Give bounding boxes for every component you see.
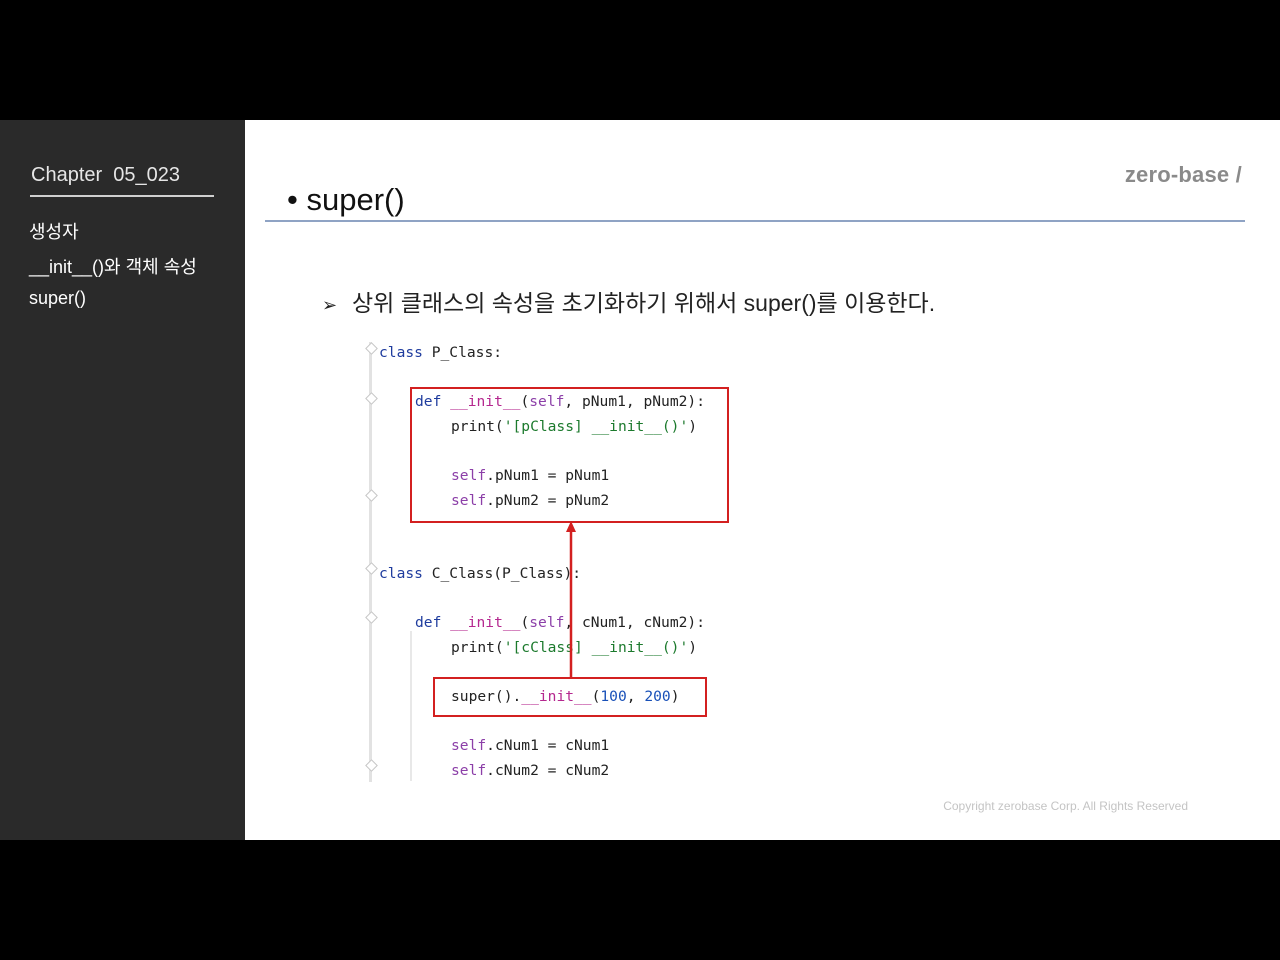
copyright-footer: Copyright zerobase Corp. All Rights Rese… bbox=[943, 799, 1188, 813]
arrow-head-icon bbox=[566, 521, 576, 532]
arrow-overlay bbox=[566, 521, 576, 677]
lecture-slide: Chapter 05_023 생성자 __init__()와 객체 속성 sup… bbox=[0, 120, 1280, 840]
